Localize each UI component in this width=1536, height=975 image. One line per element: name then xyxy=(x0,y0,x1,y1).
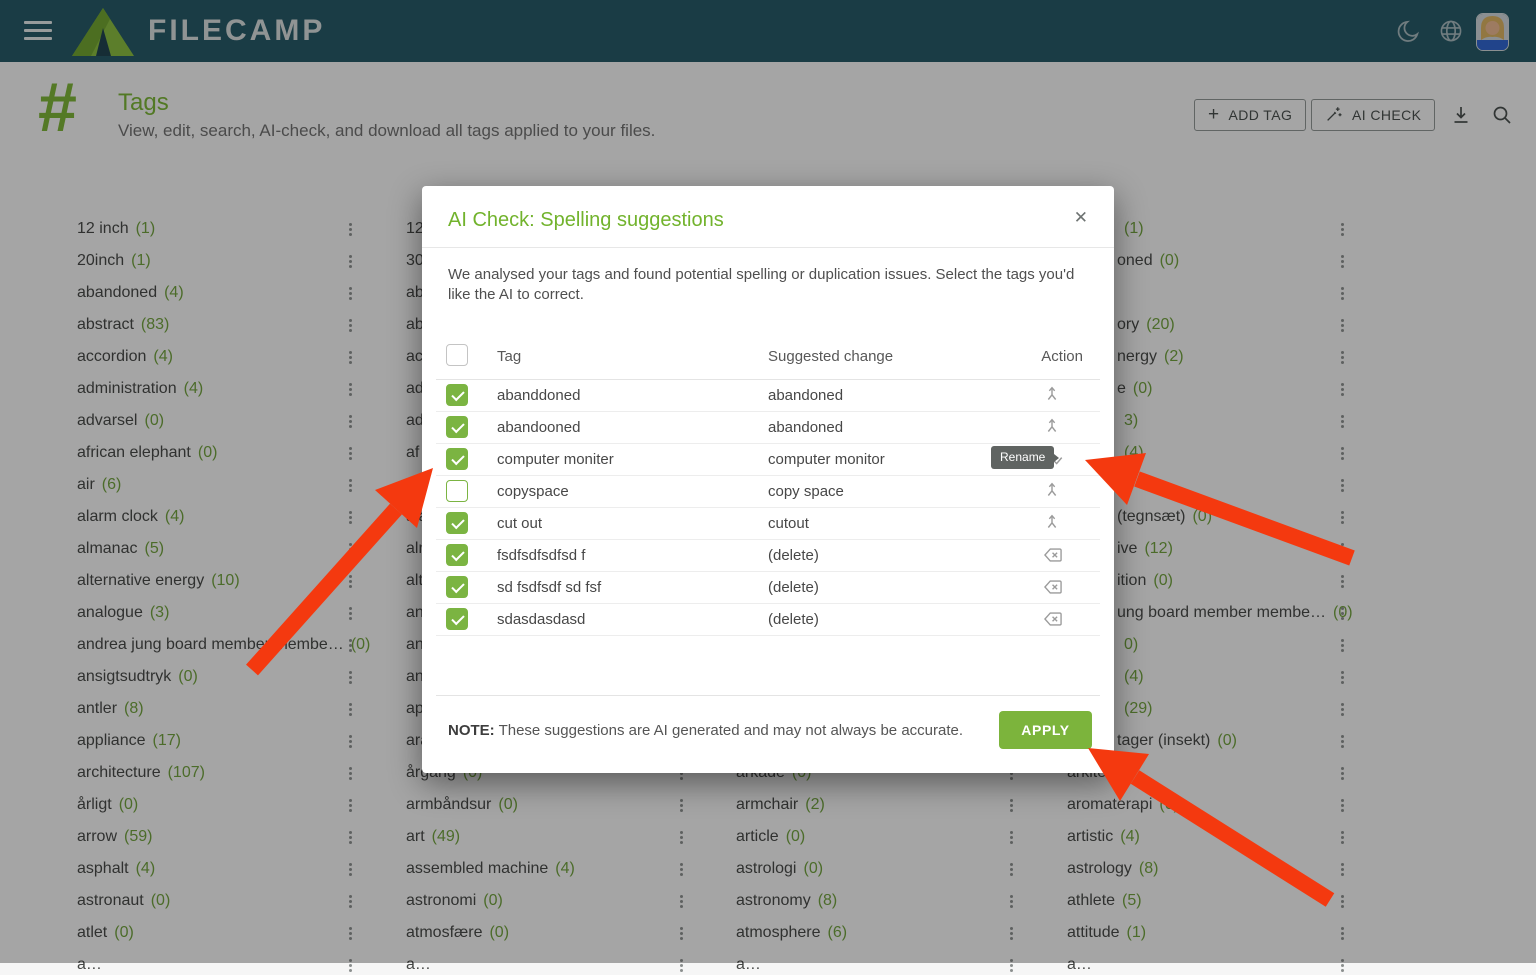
merge-action-icon[interactable] xyxy=(1042,480,1064,502)
suggestion-tag: sdasdasdasd xyxy=(497,611,585,628)
suggestion-change: cutout xyxy=(768,515,809,532)
row-checkbox[interactable] xyxy=(446,448,468,470)
suggestion-tag: cut out xyxy=(497,515,542,532)
row-checkbox[interactable] xyxy=(446,480,468,502)
select-all-checkbox[interactable] xyxy=(446,344,468,366)
merge-action-icon[interactable] xyxy=(1042,512,1064,534)
suggestion-tag: sd fsdfsdf sd fsf xyxy=(497,579,601,596)
modal-title: AI Check: Spelling suggestions xyxy=(448,209,724,232)
close-icon[interactable]: ✕ xyxy=(1074,208,1088,228)
suggestion-change: (delete) xyxy=(768,547,819,564)
row-checkbox[interactable] xyxy=(446,608,468,630)
suggestion-tag: abandooned xyxy=(497,419,580,436)
merge-action-icon[interactable] xyxy=(1042,384,1064,406)
backspace-delete-icon[interactable] xyxy=(1042,576,1064,598)
column-header-suggested: Suggested change xyxy=(768,348,893,365)
modal-note: NOTE: These suggestions are AI generated… xyxy=(448,722,963,739)
apply-button[interactable]: APPLY xyxy=(999,711,1092,749)
modal-description: We analysed your tags and found potentia… xyxy=(448,265,1088,305)
merge-action-icon[interactable] xyxy=(1042,416,1064,438)
suggestion-change: (delete) xyxy=(768,611,819,628)
row-checkbox[interactable] xyxy=(446,512,468,534)
rename-tooltip: Rename xyxy=(991,446,1054,469)
ai-check-modal: AI Check: Spelling suggestions ✕ We anal… xyxy=(422,186,1114,773)
suggestion-change: copy space xyxy=(768,483,844,500)
backspace-delete-icon[interactable] xyxy=(1042,544,1064,566)
suggestion-row: fsdfsdfsdfsd f (delete) xyxy=(436,539,1100,572)
row-checkbox[interactable] xyxy=(446,416,468,438)
suggestion-row: cut out cutout xyxy=(436,507,1100,540)
suggestion-change: abandoned xyxy=(768,387,843,404)
backspace-delete-icon[interactable] xyxy=(1042,608,1064,630)
suggestion-change: (delete) xyxy=(768,579,819,596)
suggestion-row: abandooned abandoned xyxy=(436,411,1100,444)
column-header-action: Action xyxy=(1041,348,1083,365)
suggestion-tag: copyspace xyxy=(497,483,569,500)
row-checkbox[interactable] xyxy=(446,576,468,598)
column-header-tag: Tag xyxy=(497,348,521,365)
row-checkbox[interactable] xyxy=(446,384,468,406)
suggestion-row: sd fsdfsdf sd fsf (delete) xyxy=(436,571,1100,604)
suggestion-tag: fsdfsdfsdfsd f xyxy=(497,547,585,564)
row-checkbox[interactable] xyxy=(446,544,468,566)
note-label: NOTE: xyxy=(448,722,495,739)
suggestion-row: abanddoned abandoned xyxy=(436,379,1100,412)
suggestion-change: abandoned xyxy=(768,419,843,436)
suggestion-tag: computer moniter xyxy=(497,451,614,468)
suggestion-change: computer monitor xyxy=(768,451,885,468)
suggestion-tag: abanddoned xyxy=(497,387,580,404)
note-text: These suggestions are AI generated and m… xyxy=(495,722,963,739)
suggestion-row: copyspace copy space xyxy=(436,475,1100,508)
suggestion-row: sdasdasdasd (delete) xyxy=(436,603,1100,636)
